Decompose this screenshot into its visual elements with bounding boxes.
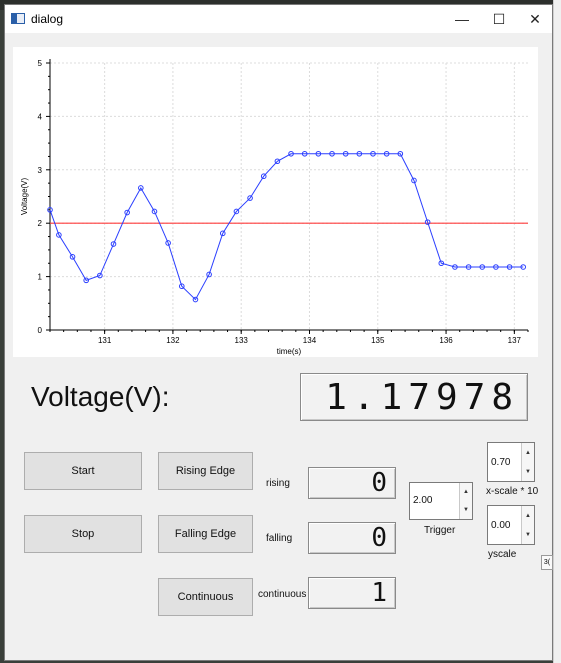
chart-svg: 0 1 2 3 4 5 131 132 133 134 135 136 137 time(s) Voltag…: [20, 59, 529, 356]
yscale-value: 0.00: [491, 520, 511, 531]
trigger-label: Trigger: [424, 525, 456, 536]
y-tick-label: 4: [38, 112, 43, 121]
trigger-value: 2.00: [413, 495, 433, 506]
x-tick-label: 131: [98, 336, 112, 345]
xscale-down-arrow[interactable]: ▼: [522, 462, 534, 481]
yscale-spinbox[interactable]: 0.00 ▲ ▼: [487, 505, 535, 545]
x-tick-label: 132: [166, 336, 180, 345]
xscale-label: x-scale * 10: [486, 486, 539, 497]
falling-count-display: 0: [308, 522, 396, 554]
x-tick-label: 133: [235, 336, 249, 345]
x-tick-label: 137: [508, 336, 522, 345]
falling-edge-button[interactable]: Falling Edge: [158, 515, 253, 553]
trigger-up-arrow[interactable]: ▲: [460, 483, 472, 502]
y-tick-label: 3: [38, 166, 43, 175]
trigger-spinbox[interactable]: 2.00 ▲ ▼: [409, 482, 473, 520]
rising-label: rising: [266, 478, 290, 489]
background-widget: 3(: [541, 555, 553, 570]
minimize-button[interactable]: —: [444, 5, 480, 33]
y-tick-label: 2: [38, 219, 43, 228]
x-tick-label: 134: [303, 336, 317, 345]
rising-edge-button[interactable]: Rising Edge: [158, 452, 253, 490]
continuous-label: continuous: [258, 589, 307, 600]
app-icon: [11, 13, 25, 24]
x-tick-label: 136: [439, 336, 453, 345]
start-button[interactable]: Start: [24, 452, 142, 490]
xscale-spinbox[interactable]: 0.70 ▲ ▼: [487, 442, 535, 482]
falling-label: falling: [266, 533, 293, 544]
y-tick-label: 1: [38, 273, 43, 282]
xscale-up-arrow[interactable]: ▲: [522, 443, 534, 463]
yscale-down-arrow[interactable]: ▼: [522, 525, 534, 544]
title-bar: dialog — ☐ ✕: [5, 5, 552, 33]
y-tick-label: 5: [38, 59, 43, 68]
y-tick-label: 0: [38, 326, 43, 335]
xscale-value: 0.70: [491, 457, 511, 468]
y-axis-label: Voltage(V): [20, 177, 29, 215]
rising-count-display: 0: [308, 467, 396, 499]
voltage-chart: 0 1 2 3 4 5 131 132 133 134 135 136 137 time(s) Voltag…: [13, 47, 538, 357]
maximize-button[interactable]: ☐: [481, 5, 517, 33]
close-button[interactable]: ✕: [517, 5, 553, 33]
background-window-edge: [553, 0, 561, 663]
continuous-button[interactable]: Continuous: [158, 578, 253, 616]
stop-button[interactable]: Stop: [24, 515, 142, 553]
yscale-up-arrow[interactable]: ▲: [522, 506, 534, 526]
voltage-label: Voltage(V):: [31, 381, 170, 412]
series-line: [49, 153, 524, 301]
voltage-lcd-display: 1.17978: [300, 373, 528, 421]
trigger-down-arrow[interactable]: ▼: [460, 501, 472, 519]
x-axis-label: time(s): [277, 347, 302, 356]
window-title: dialog: [31, 12, 64, 26]
x-tick-label: 135: [371, 336, 385, 345]
continuous-count-display: 1: [308, 577, 396, 609]
dialog-window: dialog — ☐ ✕ 0 1 2 3 4 5 131 132 133 134 135 136 137…: [4, 4, 553, 661]
yscale-label: yscale: [488, 549, 517, 560]
